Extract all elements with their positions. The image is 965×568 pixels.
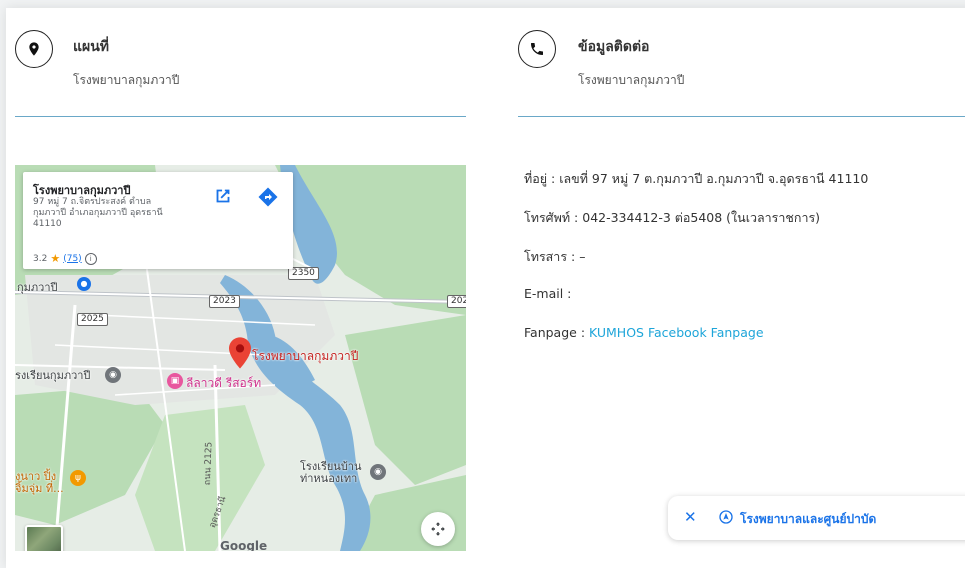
map-section-title: แผนที่	[73, 39, 110, 55]
school-right-icon: ◉	[370, 464, 386, 480]
road-label-2125: ถนน 2125	[202, 441, 215, 486]
map-section-subtitle: โรงพยาบาลกุมภวาปี	[73, 73, 180, 87]
contact-section-subtitle: โรงพยาบาลกุมภวาปี	[578, 73, 685, 87]
place-address: 97 หมู่ 7 ถ.จิตรประสงค์ ตำบล กุมภวาปี อำ…	[33, 197, 163, 229]
area-pin-icon: ●	[77, 277, 91, 291]
fanpage-link[interactable]: KUMHOS Facebook Fanpage	[589, 325, 764, 340]
school-left-icon: ◉	[105, 367, 121, 383]
road-shield-2025: 2025	[77, 313, 108, 326]
map-pin-icon	[15, 30, 53, 68]
resort-icon: ▣	[167, 373, 183, 389]
school-right-label[interactable]: โรงเรียนบ้าน ท่าหนองเทา	[300, 461, 362, 485]
directions-icon[interactable]	[256, 185, 280, 209]
hospital-pin-icon[interactable]	[229, 337, 251, 373]
food-label[interactable]: งนาว ปิ้ง จิ้มจุ่ม ที่...	[15, 471, 64, 495]
expand-arrows-icon	[431, 522, 445, 536]
fanpage-label: Fanpage :	[524, 325, 590, 340]
road-shield-2350: 2350	[288, 267, 319, 280]
hospital-map-label[interactable]: โรงพยาบาลกุมภวาปี	[252, 347, 358, 366]
navigate-icon[interactable]	[718, 509, 734, 529]
satellite-layer-thumbnail[interactable]	[25, 525, 63, 551]
star-icon: ★	[50, 252, 61, 265]
map-section-divider	[15, 116, 466, 117]
phone-icon	[518, 30, 556, 68]
fullscreen-toggle-button[interactable]	[421, 512, 455, 546]
contact-section-header	[518, 30, 556, 68]
embedded-map[interactable]: 2350 2023 2025 202 ถนน 2125 อุดรธานี กุม…	[15, 165, 466, 551]
chip-label[interactable]: โรงพยาบาลและศูนย์ปาบัด	[740, 510, 876, 529]
close-icon[interactable]: ✕	[684, 508, 697, 526]
contact-fax: โทรสาร : –	[524, 249, 586, 264]
contact-address: ที่อยู่ : เลขที่ 97 หมู่ 7 ต.กุมภวาปี อ.…	[524, 171, 869, 186]
google-logo: Google	[220, 539, 268, 551]
contact-section-divider	[518, 116, 965, 117]
contact-section-title: ข้อมูลติดต่อ	[578, 39, 650, 55]
food-icon: ψ	[70, 470, 86, 486]
school-left-label[interactable]: รงเรียนกุมภวาปี	[15, 370, 90, 382]
place-info-card: โรงพยาบาลกุมภวาปี 97 หมู่ 7 ถ.จิตรประสงค…	[23, 172, 293, 269]
info-icon[interactable]: i	[84, 252, 97, 265]
review-count-link[interactable]: (75)	[63, 254, 81, 264]
contact-fanpage: Fanpage : KUMHOS Facebook Fanpage	[524, 325, 764, 340]
rating-value: 3.2	[33, 253, 48, 264]
area-label: กุมภวาปี	[17, 281, 58, 294]
contact-email: E-mail :	[524, 286, 572, 301]
place-rating: 3.2 ★ (75) i	[33, 252, 97, 265]
resort-map-label[interactable]: ลีลาวดี รีสอร์ท	[186, 374, 261, 393]
road-shield-202: 202	[447, 295, 466, 308]
open-in-maps-icon[interactable]	[212, 185, 234, 211]
road-shield-2023: 2023	[209, 295, 240, 308]
contact-phone: โทรศัพท์ : 042-334412-3 ต่อ5408 (ในเวลาร…	[524, 210, 821, 225]
map-section-header	[15, 30, 53, 68]
nearby-chip: ✕ โรงพยาบาลและศูนย์ปาบัด	[668, 496, 965, 540]
